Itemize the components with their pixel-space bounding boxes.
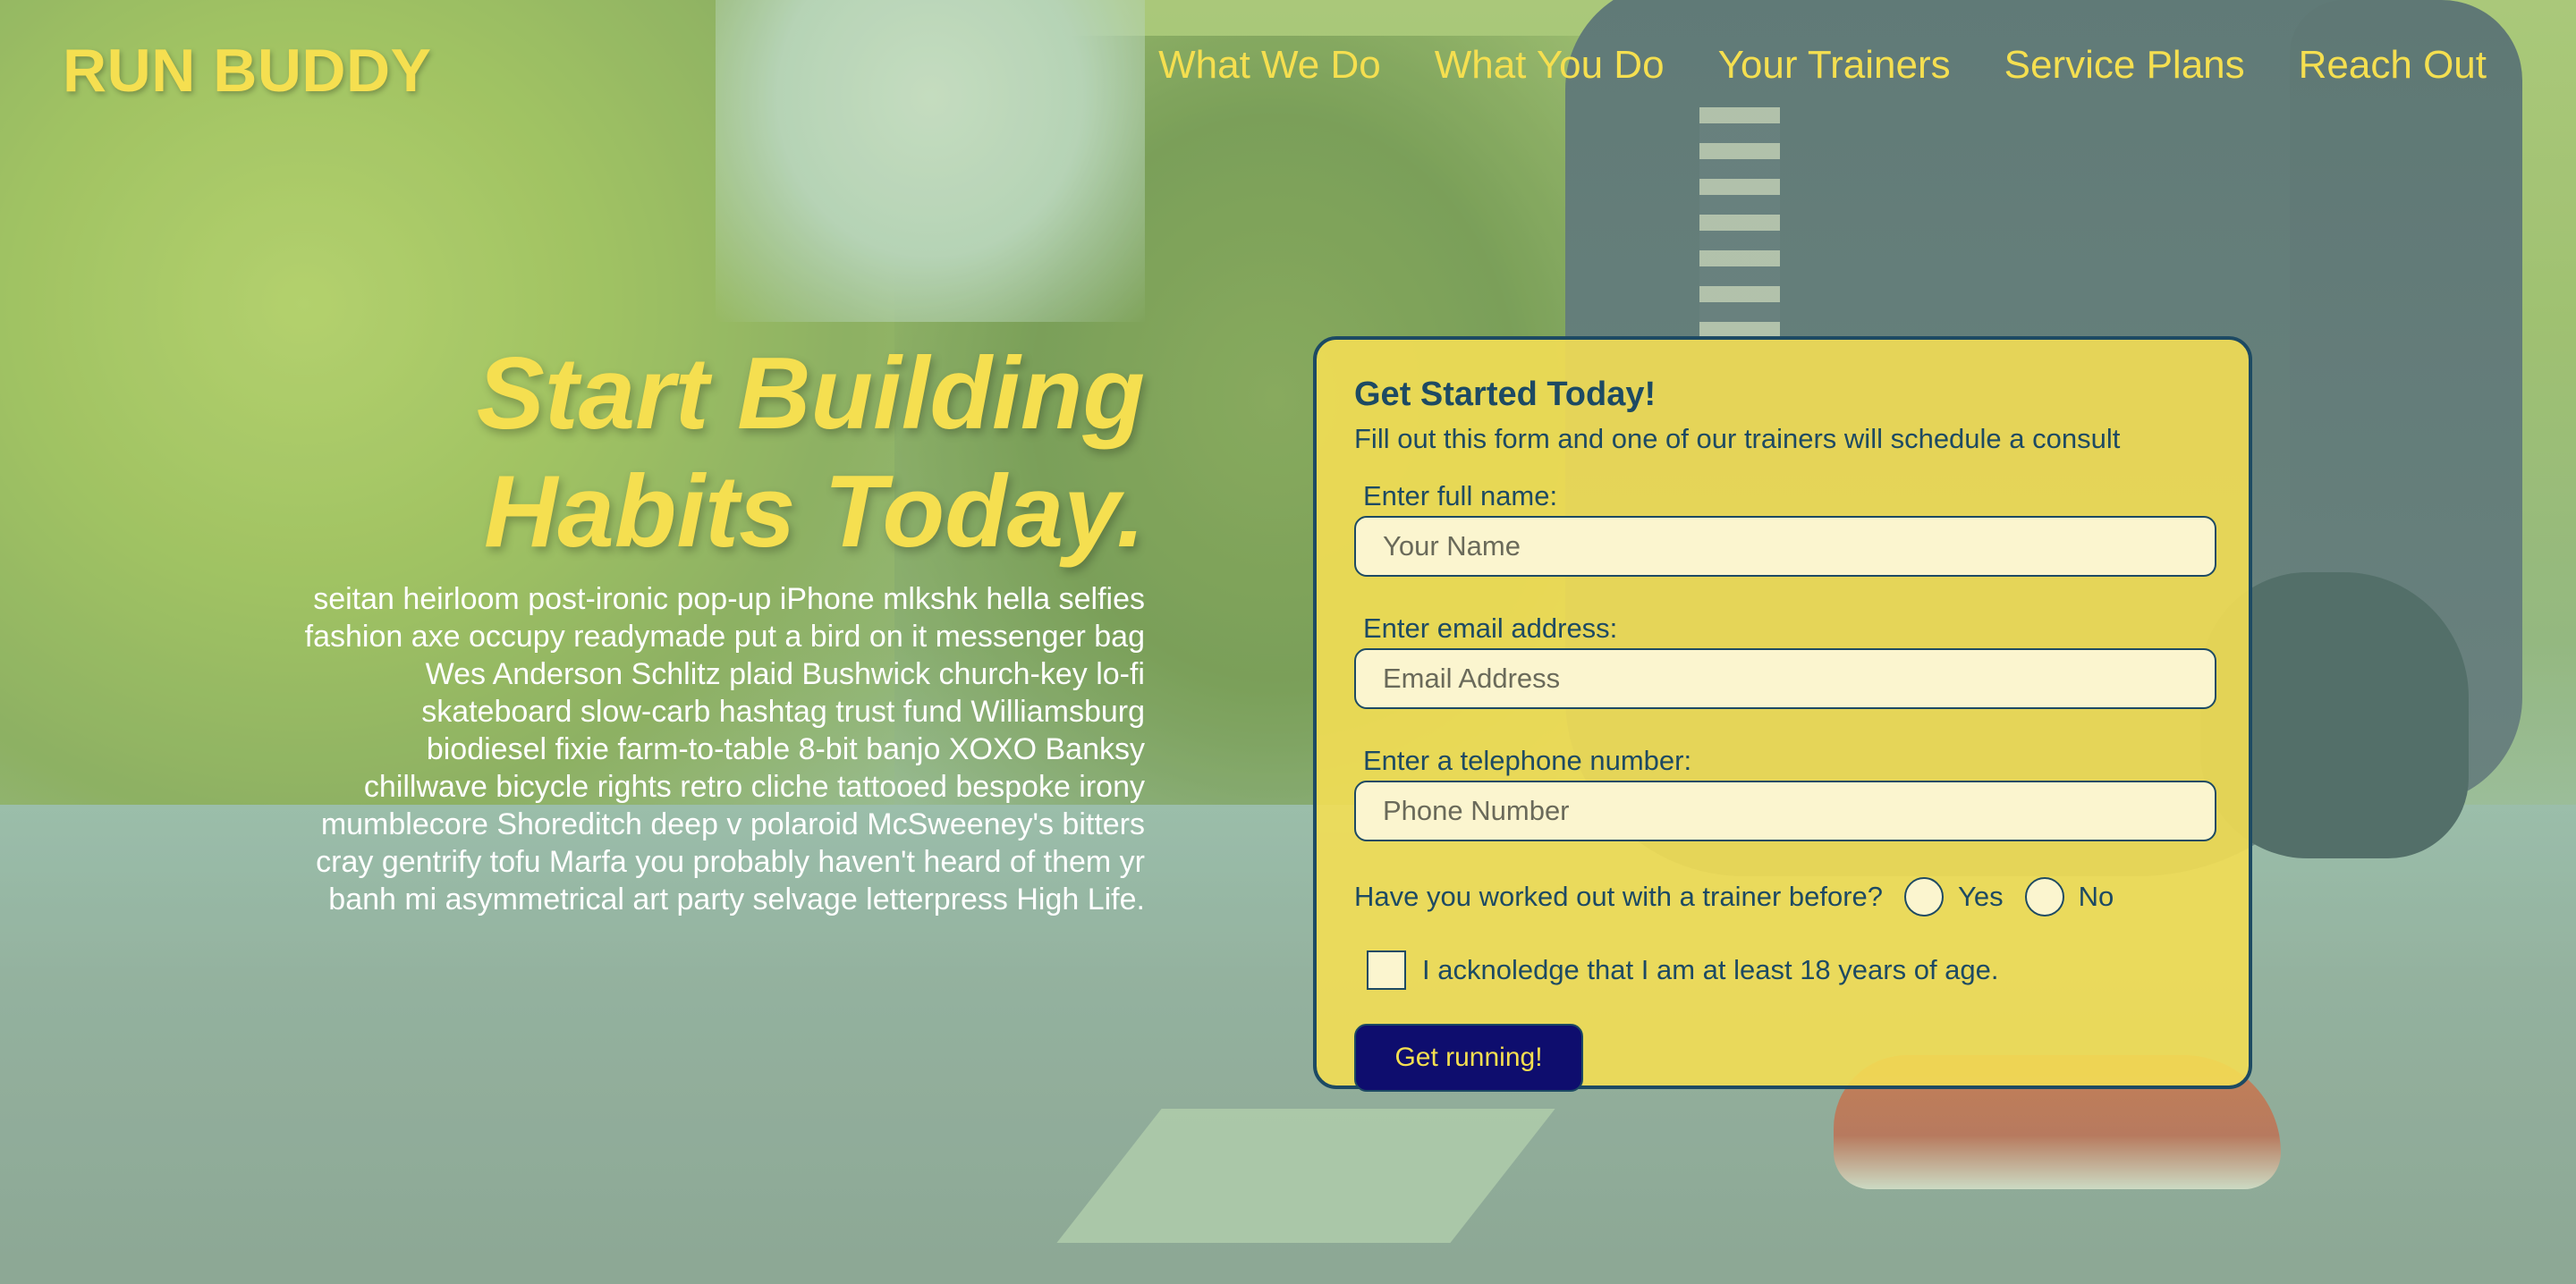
logo[interactable]: RUN BUDDY (63, 36, 432, 106)
age-acknowledge-row: I acknoledge that I am at least 18 years… (1354, 950, 2211, 990)
get-running-button[interactable]: Get running! (1354, 1024, 1583, 1092)
phone-input[interactable] (1354, 781, 2216, 841)
age-acknowledge-label: I acknoledge that I am at least 18 years… (1422, 954, 1999, 985)
hero-heading: Start Building Habits Today. (304, 335, 1145, 571)
hero-section: Start Building Habits Today. seitan heir… (304, 335, 1145, 918)
form-subtitle: Fill out this form and one of our traine… (1354, 423, 2121, 454)
email-label: Enter email address: (1363, 612, 1618, 644)
nav-what-we-do[interactable]: What We Do (1158, 43, 1381, 88)
form-title: Get Started Today! (1354, 376, 1657, 413)
email-field-group: Enter email address: (1354, 612, 2216, 709)
trainer-yes-radio[interactable] (1904, 877, 1945, 917)
nav-your-trainers[interactable]: Your Trainers (1718, 43, 1951, 88)
get-started-form: Get Started Today! Fill out this form an… (1313, 336, 2252, 1092)
hero-heading-line1: Start Building (476, 337, 1145, 451)
name-input[interactable] (1354, 516, 2216, 577)
nav-service-plans[interactable]: Service Plans (2004, 43, 2245, 88)
nav-reach-out[interactable]: Reach Out (2299, 43, 2487, 88)
trainer-no-label: No (2078, 881, 2114, 912)
name-label: Enter full name: (1363, 480, 1558, 511)
hero-heading-line2: Habits Today. (484, 455, 1145, 569)
email-input[interactable] (1354, 648, 2216, 709)
hero-body-text: seitan heirloom post-ironic pop-up iPhon… (304, 582, 1145, 917)
nav-what-you-do[interactable]: What You Do (1435, 43, 1665, 88)
trainer-yes-label: Yes (1958, 881, 2004, 912)
name-field-group: Enter full name: (1354, 480, 2216, 577)
main-nav: What We Do What You Do Your Trainers Ser… (1158, 43, 2487, 88)
trainer-no-radio[interactable] (2024, 877, 2064, 917)
trainer-question-row: Have you worked out with a trainer befor… (1354, 877, 2211, 917)
phone-label: Enter a telephone number: (1363, 745, 1692, 776)
age-acknowledge-checkbox[interactable] (1367, 950, 1406, 990)
trainer-question-label: Have you worked out with a trainer befor… (1354, 881, 1884, 912)
phone-field-group: Enter a telephone number: (1354, 745, 2216, 841)
